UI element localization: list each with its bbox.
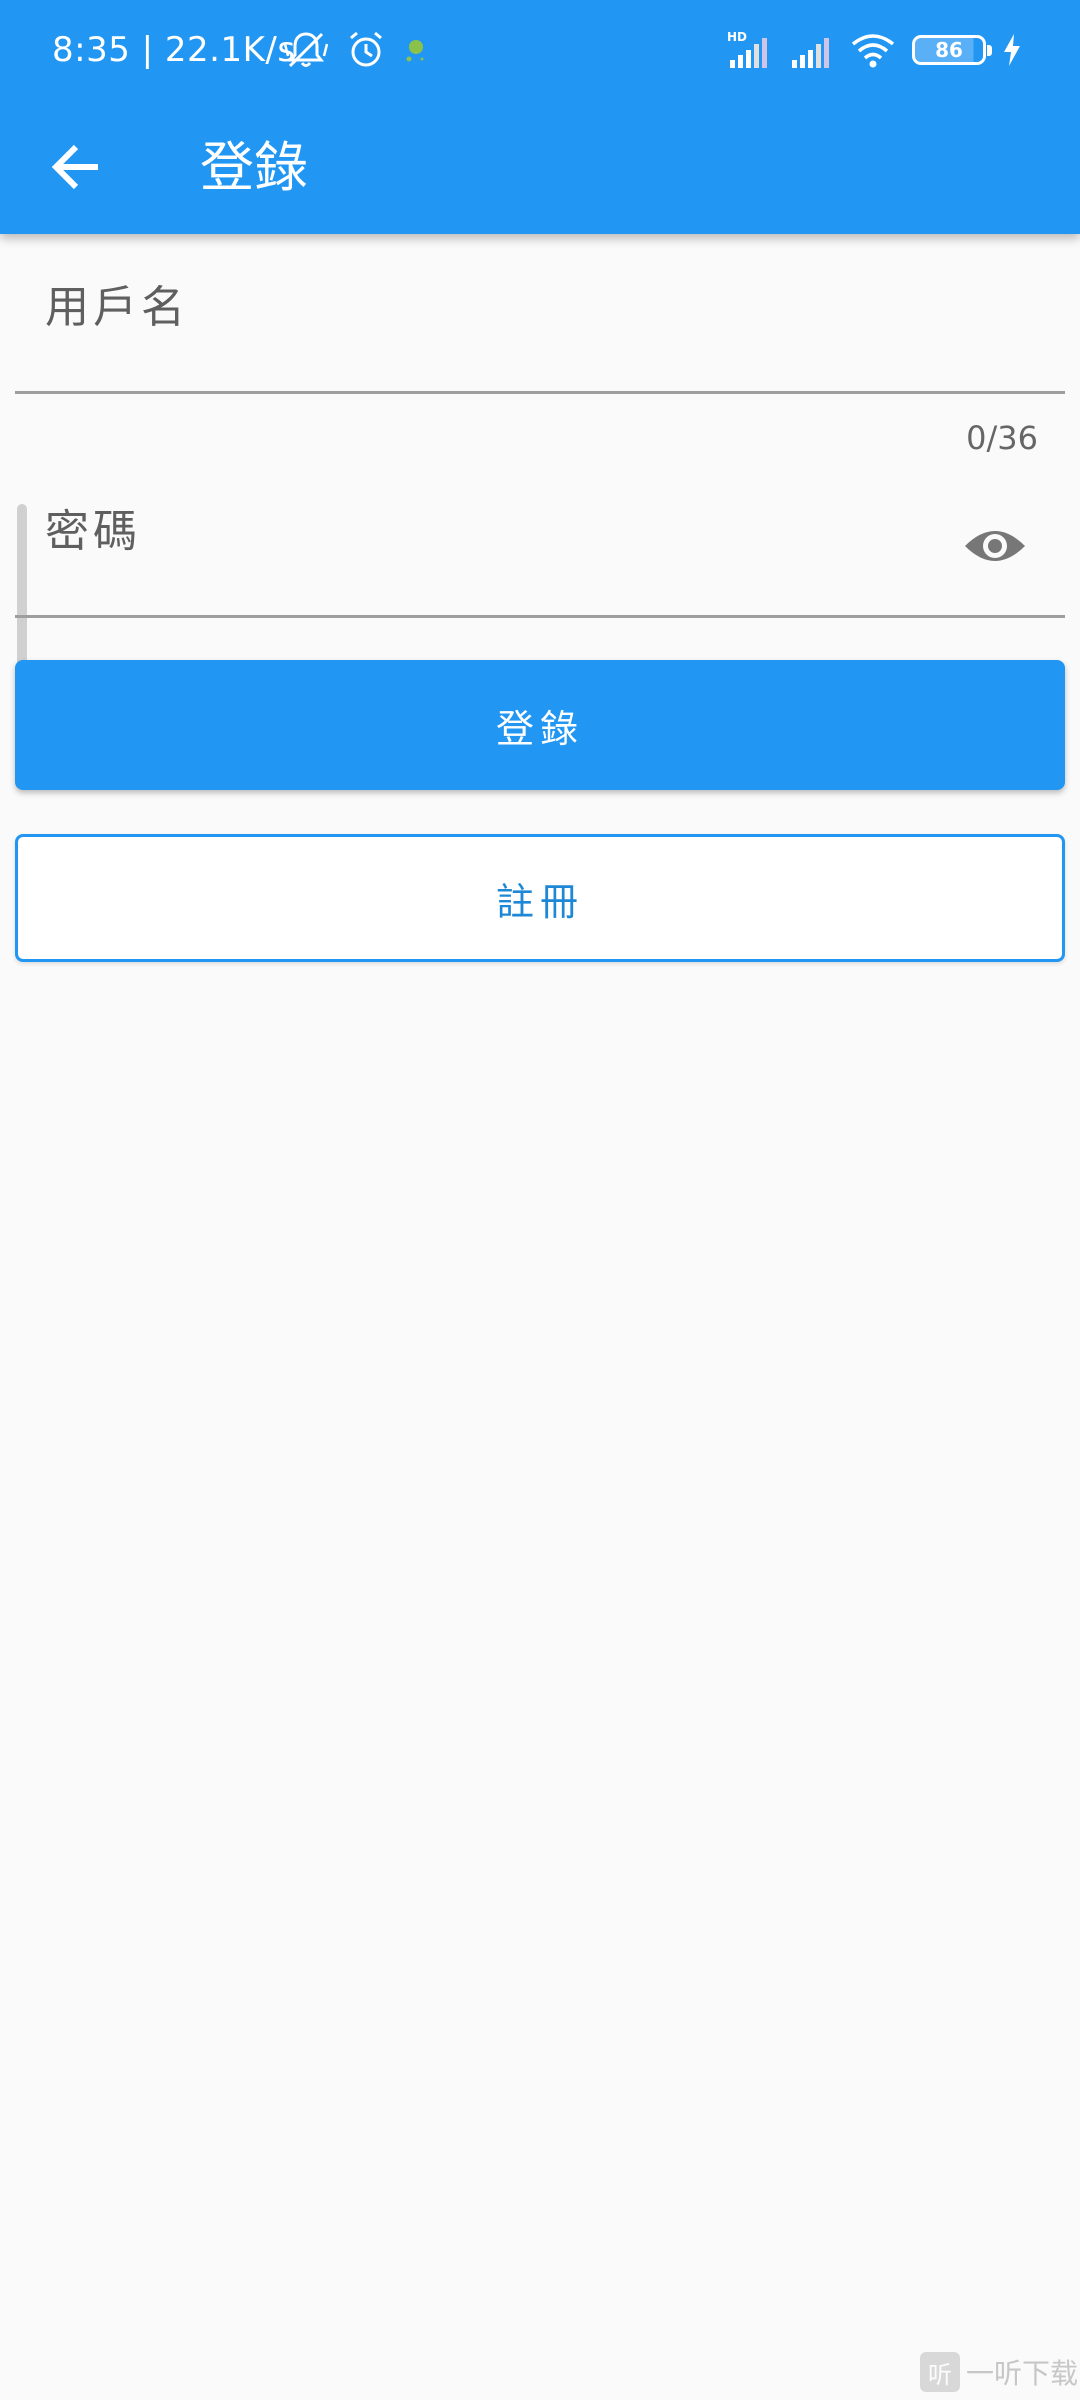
watermark-text: 一听下载	[966, 2357, 1079, 2390]
battery-level: 86	[935, 38, 963, 62]
toolbar: 登錄	[0, 100, 1080, 234]
status-left-icons	[284, 26, 428, 74]
toggle-password-visibility-button[interactable]	[955, 510, 1035, 582]
alarm-icon	[346, 30, 386, 70]
app-bar: 8:35 | 22.1K/s HD 86 登錄	[0, 0, 1080, 234]
signal-hd-icon: HD	[726, 30, 772, 70]
watermark: 听 一听下载	[920, 2344, 1080, 2400]
mute-bell-icon	[284, 30, 328, 70]
svg-text:HD: HD	[727, 30, 747, 44]
register-button[interactable]: 註冊	[15, 834, 1065, 962]
signal-icon	[788, 30, 834, 70]
battery-icon: 86	[912, 35, 992, 65]
password-input[interactable]	[15, 460, 1065, 620]
status-right-icons: HD 86	[726, 26, 1022, 74]
password-field[interactable]: 密碼	[15, 460, 1065, 620]
page-title: 登錄	[200, 136, 308, 199]
app-notification-icon	[404, 35, 428, 65]
eye-icon	[963, 524, 1027, 568]
back-button[interactable]	[28, 125, 124, 209]
status-time-speed: 8:35 | 22.1K/s	[52, 30, 296, 70]
status-bar: 8:35 | 22.1K/s HD 86	[0, 0, 1080, 100]
username-underline	[15, 391, 1065, 394]
watermark-logo: 听	[920, 2352, 960, 2392]
username-input[interactable]	[15, 234, 1065, 394]
arrow-back-icon	[50, 143, 102, 191]
username-char-counter: 0/36	[966, 419, 1038, 457]
login-button[interactable]: 登錄	[15, 660, 1065, 790]
charging-icon	[1002, 33, 1022, 67]
username-field[interactable]: 用戶名	[15, 234, 1065, 394]
password-underline	[15, 615, 1065, 618]
wifi-icon	[850, 30, 896, 70]
